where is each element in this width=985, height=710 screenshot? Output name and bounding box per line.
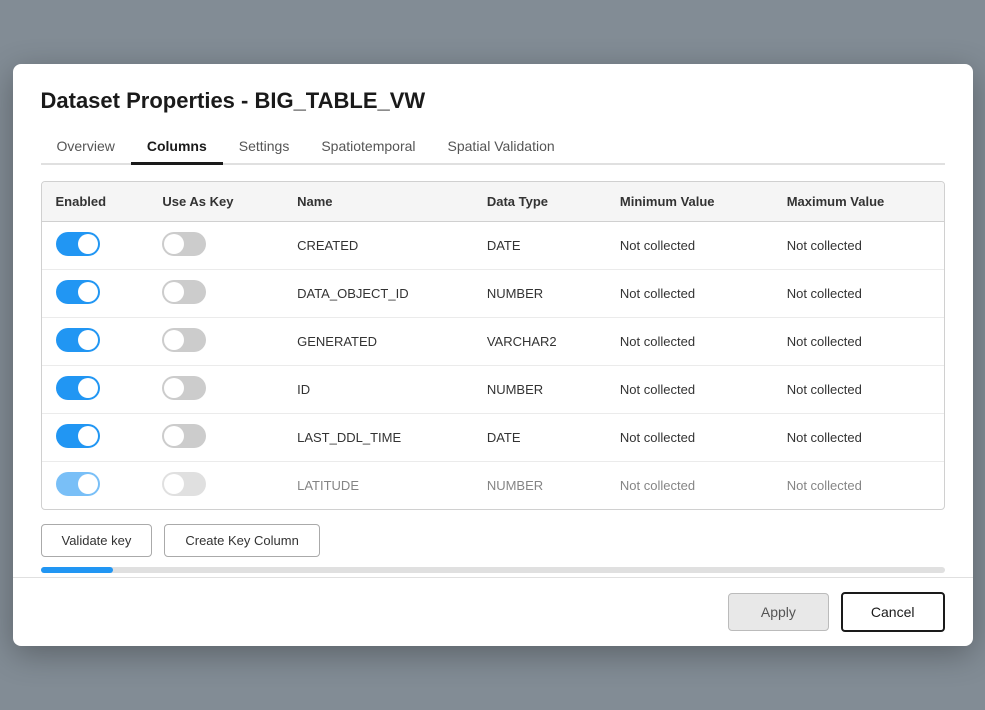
col-name-cell: CREATED [283, 222, 473, 270]
table-row: IDNUMBERNot collectedNot collected [42, 366, 944, 414]
col-min-value-cell: Not collected [606, 318, 773, 366]
col-datatype-cell: DATE [473, 222, 606, 270]
col-max-value-cell: Not collected [773, 462, 944, 510]
dataset-properties-modal: Dataset Properties - BIG_TABLE_VW Overvi… [13, 64, 973, 646]
col-header-use-as-key: Use As Key [148, 182, 283, 222]
table-row: GENERATEDVARCHAR2Not collectedNot collec… [42, 318, 944, 366]
col-min-value-cell: Not collected [606, 366, 773, 414]
use-as-key-toggle-4[interactable] [162, 424, 206, 448]
col-header-data-type: Data Type [473, 182, 606, 222]
col-name-cell: ID [283, 366, 473, 414]
columns-table: EnabledUse As KeyNameData TypeMinimum Va… [42, 182, 944, 509]
col-max-value-cell: Not collected [773, 222, 944, 270]
col-max-value-cell: Not collected [773, 414, 944, 462]
col-header-name: Name [283, 182, 473, 222]
col-min-value-cell: Not collected [606, 414, 773, 462]
col-datatype-cell: NUMBER [473, 366, 606, 414]
col-name-cell: LAST_DDL_TIME [283, 414, 473, 462]
tab-overview[interactable]: Overview [41, 130, 131, 165]
col-max-value-cell: Not collected [773, 270, 944, 318]
tab-spatiotemporal[interactable]: Spatiotemporal [305, 130, 431, 165]
modal-title: Dataset Properties - BIG_TABLE_VW [41, 88, 945, 114]
tab-settings[interactable]: Settings [223, 130, 306, 165]
tab-spatial-validation[interactable]: Spatial Validation [432, 130, 571, 165]
col-name-cell: GENERATED [283, 318, 473, 366]
enabled-toggle-0[interactable] [56, 232, 100, 256]
tab-columns[interactable]: Columns [131, 130, 223, 165]
enabled-toggle-2[interactable] [56, 328, 100, 352]
table-row: DATA_OBJECT_IDNUMBERNot collectedNot col… [42, 270, 944, 318]
progress-bar-fill [41, 567, 113, 573]
enabled-toggle-4[interactable] [56, 424, 100, 448]
table-row: LAST_DDL_TIMEDATENot collectedNot collec… [42, 414, 944, 462]
use-as-key-toggle-1[interactable] [162, 280, 206, 304]
modal-header: Dataset Properties - BIG_TABLE_VW Overvi… [13, 64, 973, 165]
enabled-toggle-5[interactable] [56, 472, 100, 496]
use-as-key-toggle-5[interactable] [162, 472, 206, 496]
table-header-row: EnabledUse As KeyNameData TypeMinimum Va… [42, 182, 944, 222]
col-max-value-cell: Not collected [773, 318, 944, 366]
col-header-enabled: Enabled [42, 182, 149, 222]
enabled-toggle-3[interactable] [56, 376, 100, 400]
tabs-container: OverviewColumnsSettingsSpatiotemporalSpa… [41, 130, 945, 165]
apply-button[interactable]: Apply [728, 593, 829, 631]
col-min-value-cell: Not collected [606, 270, 773, 318]
col-datatype-cell: NUMBER [473, 270, 606, 318]
table-row: LATITUDENUMBERNot collectedNot collected [42, 462, 944, 510]
col-header-minimum-value: Minimum Value [606, 182, 773, 222]
validate-key-button[interactable]: Validate key [41, 524, 153, 557]
use-as-key-toggle-3[interactable] [162, 376, 206, 400]
create-key-column-button[interactable]: Create Key Column [164, 524, 319, 557]
action-row: Validate key Create Key Column [41, 510, 945, 567]
col-name-cell: DATA_OBJECT_ID [283, 270, 473, 318]
use-as-key-toggle-2[interactable] [162, 328, 206, 352]
col-min-value-cell: Not collected [606, 222, 773, 270]
modal-footer: Apply Cancel [13, 577, 973, 646]
col-min-value-cell: Not collected [606, 462, 773, 510]
col-datatype-cell: DATE [473, 414, 606, 462]
col-datatype-cell: VARCHAR2 [473, 318, 606, 366]
table-row: CREATEDDATENot collectedNot collected [42, 222, 944, 270]
use-as-key-toggle-0[interactable] [162, 232, 206, 256]
col-name-cell: LATITUDE [283, 462, 473, 510]
progress-bar-container [41, 567, 945, 573]
cancel-button[interactable]: Cancel [841, 592, 945, 632]
col-header-maximum-value: Maximum Value [773, 182, 944, 222]
col-datatype-cell: NUMBER [473, 462, 606, 510]
modal-body: EnabledUse As KeyNameData TypeMinimum Va… [13, 165, 973, 577]
columns-table-wrapper[interactable]: EnabledUse As KeyNameData TypeMinimum Va… [41, 181, 945, 510]
col-max-value-cell: Not collected [773, 366, 944, 414]
enabled-toggle-1[interactable] [56, 280, 100, 304]
